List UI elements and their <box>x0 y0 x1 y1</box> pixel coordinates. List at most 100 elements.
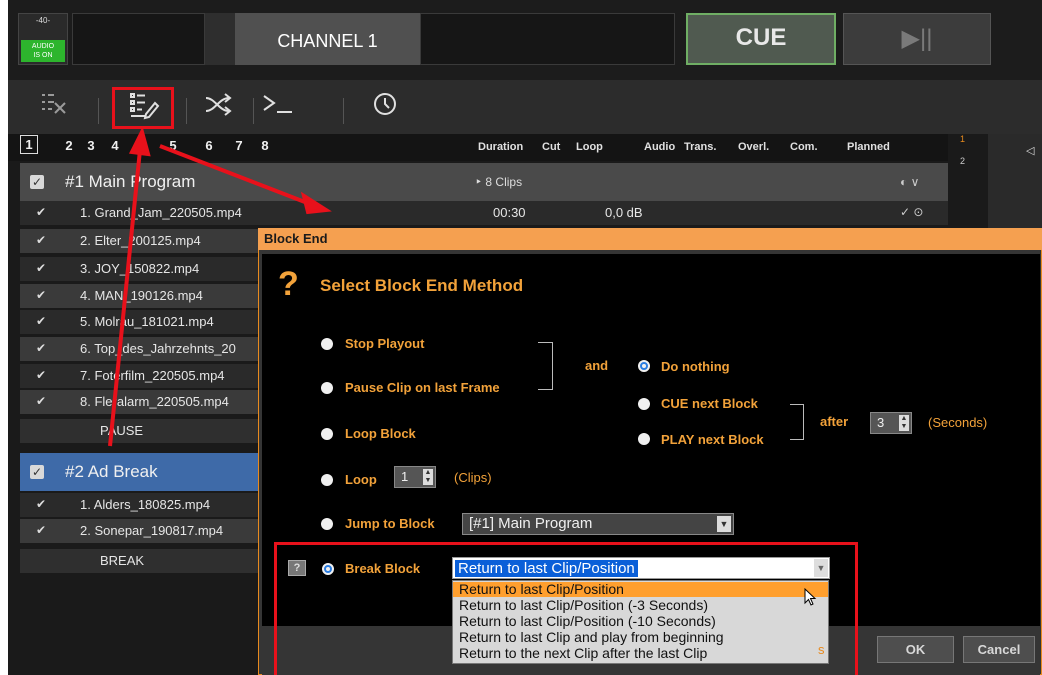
tab-page-1[interactable]: 1 <box>20 135 38 154</box>
tab-page-8[interactable]: 8 <box>256 138 274 153</box>
tab-page-2[interactable]: 2 <box>60 138 78 153</box>
list-item[interactable]: ✔ 2. Elter_200125.mp4 <box>20 229 260 253</box>
radio-break-block[interactable] <box>322 563 334 575</box>
dialog-heading: Select Block End Method <box>320 276 524 295</box>
dialog-title[interactable]: Block End <box>258 228 1042 250</box>
break-method-value[interactable]: Return to last Clip/Position <box>455 560 638 577</box>
label-play-next[interactable]: PLAY next Block <box>661 432 764 447</box>
checkmark-icon: ✔ <box>36 368 47 382</box>
clip-name: 2. Sonepar_190817.mp4 <box>80 523 224 538</box>
dropdown-option[interactable]: Return to the next Clip after the last C… <box>453 646 828 661</box>
tab-page-3[interactable]: 3 <box>82 138 100 153</box>
checkmark-icon: ✔ <box>36 394 47 408</box>
console-icon[interactable] <box>258 89 298 127</box>
tab-page-7[interactable]: 7 <box>230 138 248 153</box>
label-break-block[interactable]: Break Block <box>345 561 420 576</box>
checkmark-icon: ✔ <box>36 288 47 302</box>
block-end-break[interactable]: BREAK <box>20 549 260 573</box>
after-seconds-value[interactable]: 3 <box>877 415 884 430</box>
tab-page-4[interactable]: 4 <box>106 138 124 153</box>
list-item[interactable]: ✔ 3. JOY_150822.mp4 <box>20 257 260 281</box>
label-seconds: (Seconds) <box>928 415 988 430</box>
tab-page-6[interactable]: 6 <box>200 138 218 153</box>
audio-level: -40- <box>35 16 51 25</box>
block-checkbox[interactable]: ✓ <box>30 465 44 479</box>
checkmark-icon: ✔ <box>36 261 47 275</box>
dropdown-option[interactable]: Return to last Clip/Position (-10 Second… <box>453 614 828 629</box>
label-loop-block[interactable]: Loop Block <box>345 426 416 441</box>
audio-badge-line1: AUDIO <box>31 43 55 50</box>
radio-play-next[interactable] <box>638 433 650 445</box>
list-item[interactable]: ✔ 2. Sonepar_190817.mp4 <box>20 519 260 543</box>
radio-do-nothing[interactable] <box>638 360 650 372</box>
after-seconds-stepper[interactable]: 3 ▲ ▼ <box>870 412 912 434</box>
clip-count[interactable]: ‣ 8 Clips <box>475 175 522 189</box>
block-title: #2 Ad Break <box>65 462 158 481</box>
dropdown-option[interactable]: Return to last Clip/Position <box>453 582 828 597</box>
col-overl[interactable]: Overl. <box>738 141 769 153</box>
clip-duration: 00:30 <box>493 205 526 220</box>
col-duration[interactable]: Duration <box>478 141 523 153</box>
loop-clips-value[interactable]: 1 <box>401 469 408 484</box>
shuffle-icon[interactable] <box>200 89 240 127</box>
remove-list-icon[interactable] <box>34 89 74 127</box>
radio-loop[interactable] <box>321 474 333 486</box>
radio-cue-next[interactable] <box>638 398 650 410</box>
stepper-arrows-icon[interactable]: ▲ ▼ <box>423 469 433 485</box>
block-checkbox[interactable]: ✓ <box>30 175 44 189</box>
col-trans[interactable]: Trans. <box>684 141 716 153</box>
collapse-left-icon[interactable]: ◁ <box>1026 144 1034 157</box>
edit-list-icon[interactable] <box>112 87 174 129</box>
clock-icon[interactable] <box>368 89 402 127</box>
chevron-down-icon[interactable]: ▼ <box>814 559 828 577</box>
toolbar-divider <box>253 98 254 124</box>
ok-button[interactable]: OK <box>877 636 954 663</box>
dropdown-option[interactable]: Return to last Clip and play from beginn… <box>453 630 828 645</box>
col-audio[interactable]: Audio <box>644 141 675 153</box>
label-pause-clip[interactable]: Pause Clip on last Frame <box>345 380 500 395</box>
radio-jump-to-block[interactable] <box>321 518 333 530</box>
question-icon: ? <box>278 265 299 303</box>
stepper-arrows-icon[interactable]: ▲ ▼ <box>899 415 909 431</box>
help-button[interactable]: ? <box>288 560 306 576</box>
col-planned[interactable]: Planned <box>847 141 890 153</box>
block-header-ad-break[interactable]: ✓ #2 Ad Break <box>20 453 260 491</box>
label-loop[interactable]: Loop <box>345 472 377 487</box>
radio-loop-block[interactable] <box>321 428 333 440</box>
list-item[interactable]: ✔ 1. Grand_Jam_220505.mp4 00:30 0,0 dB ✓… <box>20 201 948 225</box>
list-item[interactable]: ✔ 7. Foterfilm_220505.mp4 <box>20 364 260 388</box>
jump-block-select[interactable]: [#1] Main Program ▼ <box>462 513 734 535</box>
list-item[interactable]: ✔ 1. Alders_180825.mp4 <box>20 493 260 517</box>
radio-pause-clip[interactable] <box>321 382 333 394</box>
chevron-down-icon[interactable]: ▼ <box>717 516 731 532</box>
list-item[interactable]: ✔ 5. Molrau_181021.mp4 <box>20 310 260 334</box>
tab-page-5[interactable]: 5 <box>164 138 182 153</box>
checkmark-icon: ✔ <box>36 497 47 511</box>
col-cut[interactable]: Cut <box>542 141 560 153</box>
col-com[interactable]: Com. <box>790 141 818 153</box>
dropdown-option[interactable]: Return to last Clip/Position (-3 Seconds… <box>453 598 828 613</box>
loop-clips-stepper[interactable]: 1 ▲ ▼ <box>394 466 436 488</box>
cue-button[interactable]: CUE <box>686 13 836 65</box>
cancel-button[interactable]: Cancel <box>963 636 1035 663</box>
list-item[interactable]: ✔ 8. Fleralarm_220505.mp4 <box>20 390 260 414</box>
clip-name: 7. Foterfilm_220505.mp4 <box>80 368 225 383</box>
block-end-pause[interactable]: PAUSE <box>20 419 260 443</box>
label-do-nothing[interactable]: Do nothing <box>661 359 730 374</box>
clip-name: 5. Molrau_181021.mp4 <box>80 314 214 329</box>
clip-name: 1. Alders_180825.mp4 <box>80 497 211 512</box>
list-item[interactable]: ✔ 6. Top_des_Jahrzehnts_20 <box>20 337 260 361</box>
col-loop[interactable]: Loop <box>576 141 603 153</box>
play-pause-button[interactable]: ▶|| <box>843 13 991 65</box>
radio-stop-playout[interactable] <box>321 338 333 350</box>
block-status-icons[interactable]: ◐ ∨ <box>900 175 919 189</box>
jump-block-value[interactable]: [#1] Main Program <box>469 515 592 532</box>
label-jump-to-block[interactable]: Jump to Block <box>345 516 435 531</box>
block-header-main-program[interactable]: ✓ #1 Main Program ‣ 8 Clips ◐ ∨ <box>20 163 948 201</box>
break-method-dropdown[interactable]: Return to last Clip/Position Return to l… <box>452 580 829 664</box>
label-stop-playout[interactable]: Stop Playout <box>345 336 424 351</box>
toolbar-divider <box>186 98 187 124</box>
list-item[interactable]: ✔ 4. MAN_190126.mp4 <box>20 284 260 308</box>
break-method-select[interactable]: Return to last Clip/Position ▼ <box>452 557 830 579</box>
label-cue-next[interactable]: CUE next Block <box>661 396 758 411</box>
